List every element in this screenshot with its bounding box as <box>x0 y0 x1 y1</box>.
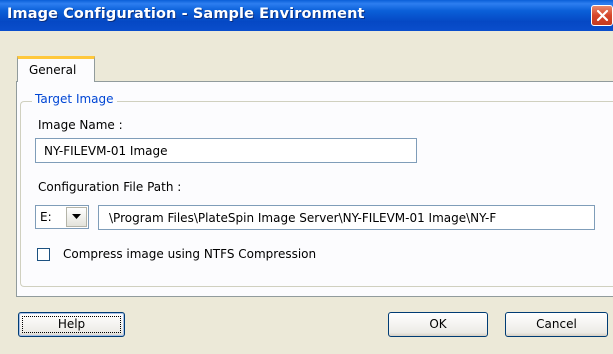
image-name-label: Image Name : <box>38 118 123 132</box>
drive-select-value: E: <box>40 210 52 224</box>
close-icon <box>596 9 609 22</box>
title-bar[interactable]: Image Configuration - Sample Environment <box>0 0 613 31</box>
config-path-label: Configuration File Path : <box>38 180 182 194</box>
image-name-input[interactable]: NY-FILEVM-01 Image <box>35 138 417 163</box>
window-title: Image Configuration - Sample Environment <box>7 6 365 22</box>
help-focus-ring <box>22 316 121 333</box>
cancel-button[interactable]: Cancel <box>505 312 608 337</box>
compress-label[interactable]: Compress image using NTFS Compression <box>63 247 316 261</box>
cancel-button-label: Cancel <box>536 317 577 331</box>
dialog-window: Image Configuration - Sample Environment… <box>0 0 613 354</box>
ok-button[interactable]: OK <box>388 312 488 337</box>
tab-general[interactable]: General <box>17 56 95 82</box>
help-button[interactable]: Help <box>18 312 125 337</box>
close-button[interactable] <box>591 5 613 26</box>
chevron-down-icon <box>72 214 81 219</box>
ok-button-label: OK <box>429 317 447 331</box>
config-path-input[interactable]: \Program Files\PlateSpin Image Server\NY… <box>98 205 595 230</box>
tab-general-label: General <box>29 63 77 77</box>
target-image-group-label: Target Image <box>32 92 117 106</box>
drive-dropdown-button[interactable] <box>66 207 87 227</box>
compress-checkbox[interactable] <box>37 248 50 261</box>
drive-select[interactable]: E: <box>35 205 89 229</box>
